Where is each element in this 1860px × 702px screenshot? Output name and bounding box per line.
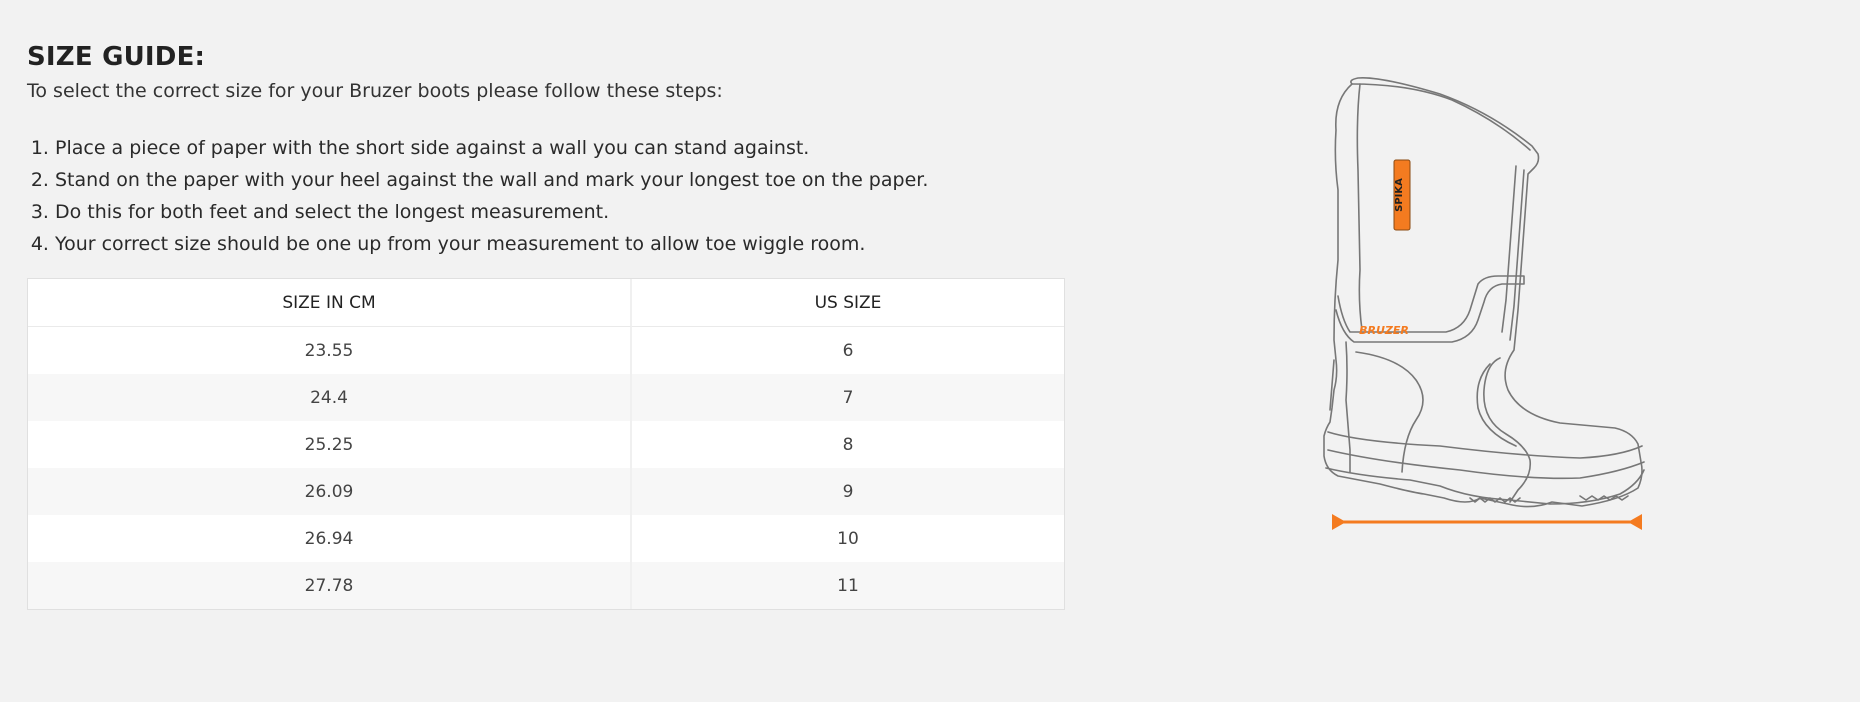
- bruzer-band-logo: BRUZER: [1359, 324, 1409, 337]
- column-header-us-size: US SIZE: [632, 279, 1064, 327]
- cell-size-cm: 24.4: [28, 374, 632, 421]
- cell-us-size: 6: [632, 327, 1064, 374]
- size-table: SIZE IN CM US SIZE 23.55 6 24.4 7 25.25 …: [27, 278, 1065, 610]
- step-item: Do this for both feet and select the lon…: [55, 196, 1067, 228]
- arrow-left-icon: [1332, 514, 1346, 530]
- cell-us-size: 11: [632, 562, 1064, 609]
- cell-us-size: 10: [632, 515, 1064, 562]
- cell-us-size: 7: [632, 374, 1064, 421]
- size-guide-section: SIZE GUIDE: To select the correct size f…: [27, 36, 1067, 610]
- steps-list: Place a piece of paper with the short si…: [27, 132, 1067, 260]
- cell-size-cm: 27.78: [28, 562, 632, 609]
- column-header-size-cm: SIZE IN CM: [28, 279, 632, 327]
- cell-size-cm: 25.25: [28, 421, 632, 468]
- boot-shaft-outline: [1323, 77, 1643, 508]
- foot-length-indicator: [1332, 514, 1642, 530]
- table-row: 26.94 10: [28, 515, 1064, 562]
- table-row: 26.09 9: [28, 468, 1064, 515]
- boot-drawing: SPIKA BRUZER: [1323, 77, 1645, 530]
- cell-size-cm: 26.09: [28, 468, 632, 515]
- table-row: 25.25 8: [28, 421, 1064, 468]
- boot-shaft-inner: [1356, 83, 1363, 331]
- page-title: SIZE GUIDE:: [27, 42, 206, 72]
- spika-tab-text: SPIKA: [1394, 178, 1405, 212]
- cell-size-cm: 26.94: [28, 515, 632, 562]
- spika-tab-logo: SPIKA: [1393, 159, 1411, 231]
- table-header-row: SIZE IN CM US SIZE: [28, 279, 1064, 327]
- table-row: 27.78 11: [28, 562, 1064, 609]
- boot-heel-panel: [1345, 341, 1351, 473]
- cell-us-size: 9: [632, 468, 1064, 515]
- boot-illustration: SPIKA BRUZER: [1320, 70, 1720, 630]
- boot-toe-panel-inner: [1476, 363, 1517, 447]
- intro-text: To select the correct size for your Bruz…: [27, 80, 723, 102]
- boot-sole-top: [1327, 431, 1643, 459]
- cell-us-size: 8: [632, 421, 1064, 468]
- boot-sole-mid: [1327, 449, 1645, 480]
- table-row: 23.55 6: [28, 327, 1064, 374]
- step-item: Stand on the paper with your heel agains…: [55, 164, 1067, 196]
- cell-size-cm: 23.55: [28, 327, 632, 374]
- arrow-right-icon: [1628, 514, 1642, 530]
- table-row: 24.4 7: [28, 374, 1064, 421]
- step-item: Your correct size should be one up from …: [55, 228, 1067, 260]
- boot-side-panel: [1355, 351, 1424, 473]
- step-item: Place a piece of paper with the short si…: [55, 132, 1067, 164]
